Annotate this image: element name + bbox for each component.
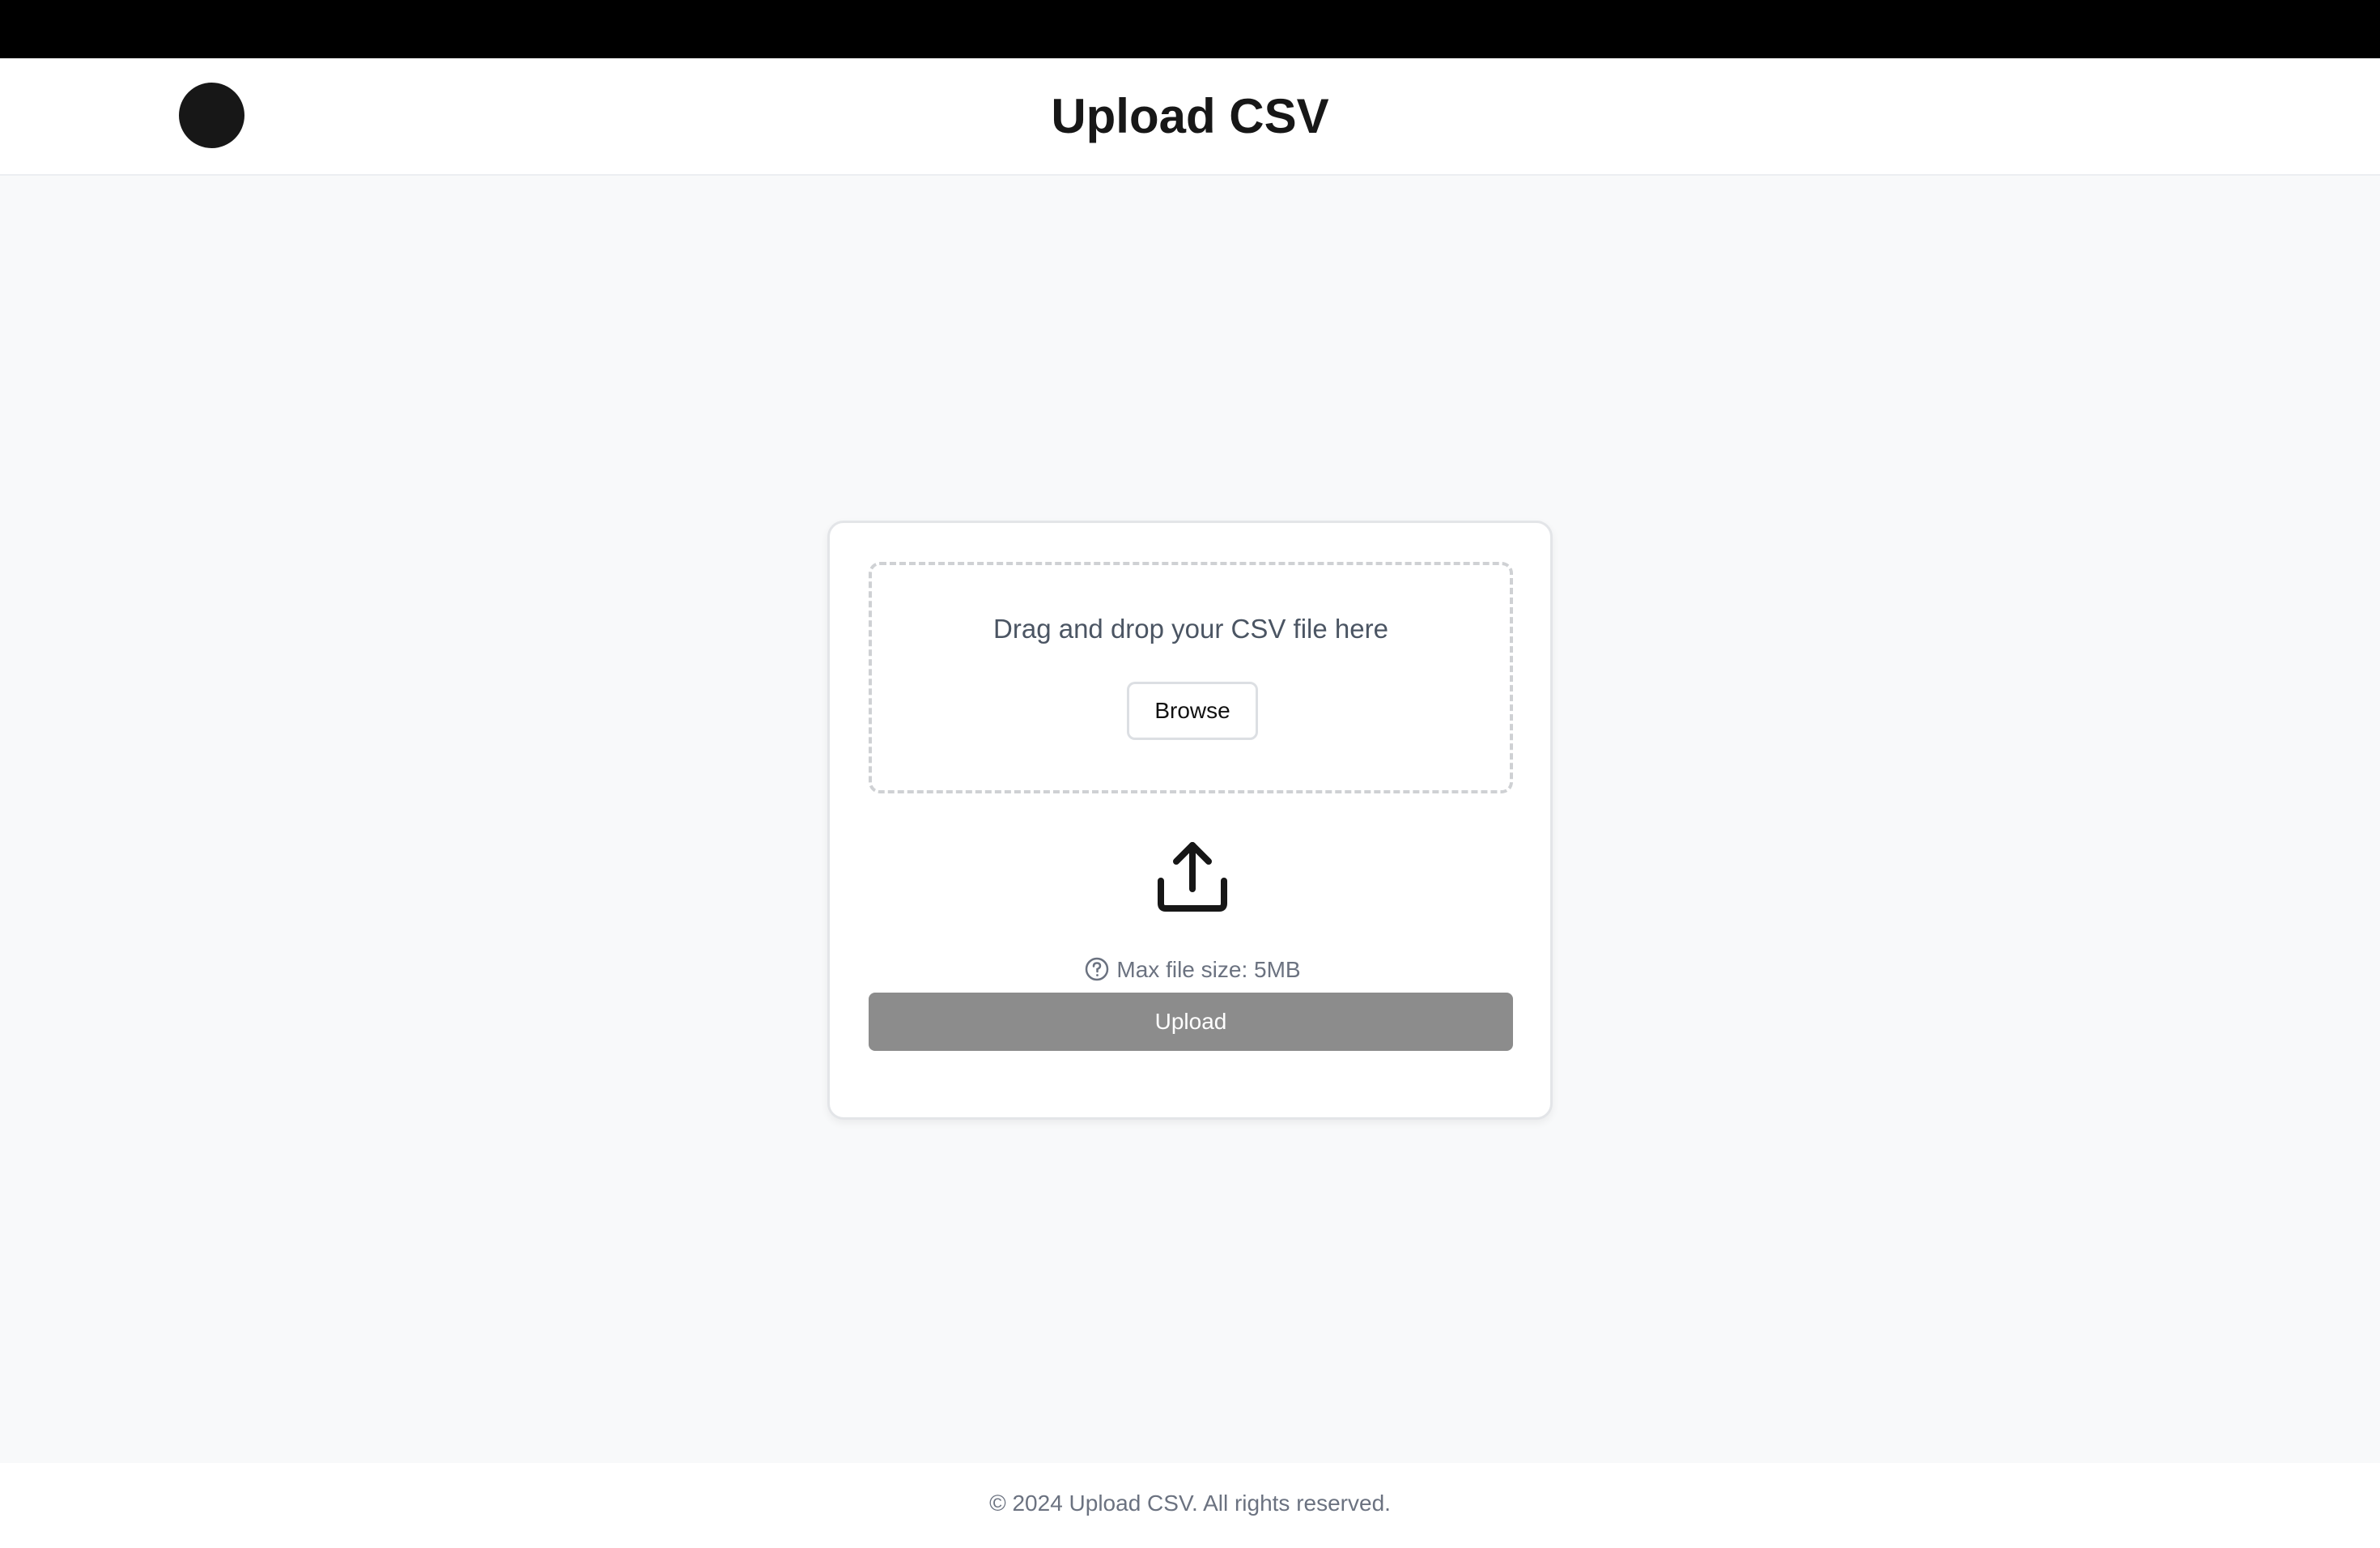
max-size-text: Max file size: 5MB [1116,957,1301,982]
question-circle-icon [1086,957,1109,980]
drop-zone[interactable]: Drag and drop your CSV file here Browse [869,562,1513,793]
upload-button[interactable]: Upload [869,993,1513,1051]
upload-card: Drag and drop your CSV file here Browse … [827,521,1553,1120]
page-title: Upload CSV [1051,89,1329,143]
footer-copyright: © 2024 Upload CSV. All rights reserved. [989,1491,1391,1516]
browse-button[interactable]: Browse [1127,682,1258,740]
app-header: Upload CSV [0,58,2380,176]
upload-tray-icon [1158,842,1227,912]
footer: © 2024 Upload CSV. All rights reserved. [0,1463,2380,1548]
drop-zone-text: Drag and drop your CSV file here [993,614,1388,644]
main-content: Drag and drop your CSV file here Browse … [0,176,2380,1463]
top-bar [0,0,2380,58]
